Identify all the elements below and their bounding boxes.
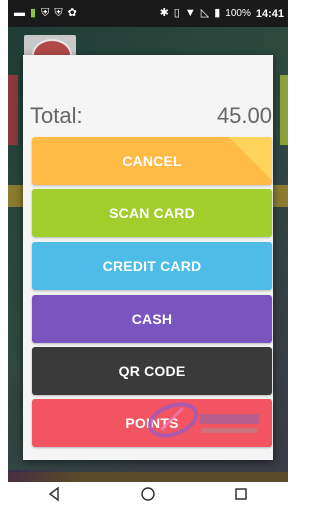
background-panel-left — [8, 75, 18, 145]
screenshot-icon: ▬ — [14, 7, 25, 19]
status-left-icons: ▬ ▮ ⛨ ⛨ ✿ — [14, 8, 77, 19]
cancel-button-label: CANCEL — [122, 153, 182, 169]
status-bar: ▬ ▮ ⛨ ⛨ ✿ ✱ ▯ ▼ ◺ ▮ 100% 14:41 — [8, 0, 288, 27]
bluetooth-icon: ✱ — [159, 7, 169, 19]
back-icon[interactable] — [47, 486, 63, 507]
button-corner-decoration — [212, 137, 272, 185]
payment-dialog: Total: 45.00 CANCEL SCAN CARD CREDIT CAR… — [23, 55, 273, 460]
total-row: Total: 45.00 — [23, 99, 273, 133]
cancel-button[interactable]: CANCEL — [32, 137, 272, 185]
shield-icon: ⛨ — [54, 7, 63, 19]
battery-icon: ▮ — [214, 7, 221, 19]
scan-card-button[interactable]: SCAN CARD — [32, 189, 272, 237]
scan-card-button-label: SCAN CARD — [109, 205, 195, 221]
vibrate-icon: ▯ — [173, 7, 180, 19]
clock: 14:41 — [255, 7, 284, 20]
battery-saver-icon: ▮ — [30, 7, 37, 19]
recents-icon[interactable] — [233, 486, 249, 507]
wifi-icon: ▼ — [184, 7, 196, 19]
background-panel-right — [280, 75, 288, 145]
total-label: Total: — [30, 103, 83, 128]
status-right-icons: ✱ ▯ ▼ ◺ ▮ 100% 14:41 — [160, 8, 284, 20]
qr-code-button-label: QR CODE — [118, 363, 186, 379]
no-signal-icon: ◺ — [200, 7, 210, 19]
shield-icon: ⛨ — [41, 7, 50, 19]
settings-icon: ✿ — [67, 7, 77, 19]
points-button-label: POINTS — [125, 415, 179, 431]
points-button[interactable]: POINTS — [32, 399, 272, 447]
qr-code-button[interactable]: QR CODE — [32, 347, 272, 395]
android-nav-bar — [8, 482, 288, 511]
phone-screen: ▬ ▮ ⛨ ⛨ ✿ ✱ ▯ ▼ ◺ ▮ 100% 14:41 Total: 45… — [8, 0, 288, 511]
total-amount: 45.00 — [216, 103, 272, 128]
credit-card-button-label: CREDIT CARD — [102, 258, 202, 274]
home-circle-icon[interactable] — [140, 486, 156, 507]
credit-card-button[interactable]: CREDIT CARD — [32, 242, 272, 290]
cash-button-label: CASH — [131, 311, 173, 327]
cash-button[interactable]: CASH — [32, 295, 272, 343]
battery-percent: 100% — [225, 8, 251, 19]
